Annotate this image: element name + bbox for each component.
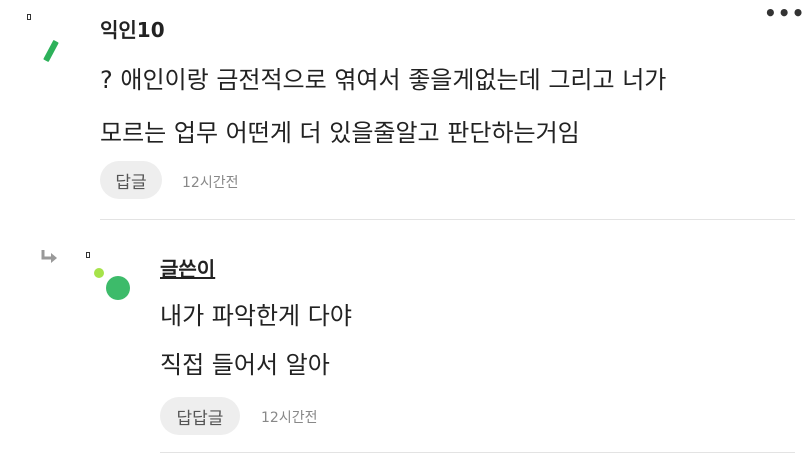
avatar	[94, 268, 130, 300]
more-options-icon[interactable]: •••	[764, 3, 805, 23]
comment-author[interactable]: 익인10	[100, 14, 165, 43]
indicator-icon	[86, 252, 90, 258]
comment-thread: ••• 익인10 ? 애인이랑 금전적으로 엮여서 좋을게없는데 그리고 너가 …	[0, 0, 811, 454]
divider	[100, 219, 795, 220]
reply-text-line: 내가 파악한게 다야	[160, 302, 352, 330]
comment-timestamp: 12시간전	[182, 175, 239, 191]
reply-author[interactable]: 글쓴이	[160, 253, 215, 282]
divider	[160, 452, 795, 453]
comment-text-line: 모르는 업무 어떤게 더 있을줄알고 판단하는거임	[100, 119, 580, 147]
reply-button[interactable]: 답글	[100, 161, 162, 199]
reply-arrow-icon	[41, 250, 57, 263]
reply-timestamp: 12시간전	[261, 410, 318, 426]
indicator-icon	[27, 14, 31, 20]
reply-button[interactable]: 답답글	[160, 397, 240, 435]
avatar	[43, 40, 59, 62]
comment-text-line: ? 애인이랑 금전적으로 엮여서 좋을게없는데 그리고 너가	[100, 66, 667, 94]
reply-text-line: 직접 들어서 알아	[160, 351, 330, 379]
